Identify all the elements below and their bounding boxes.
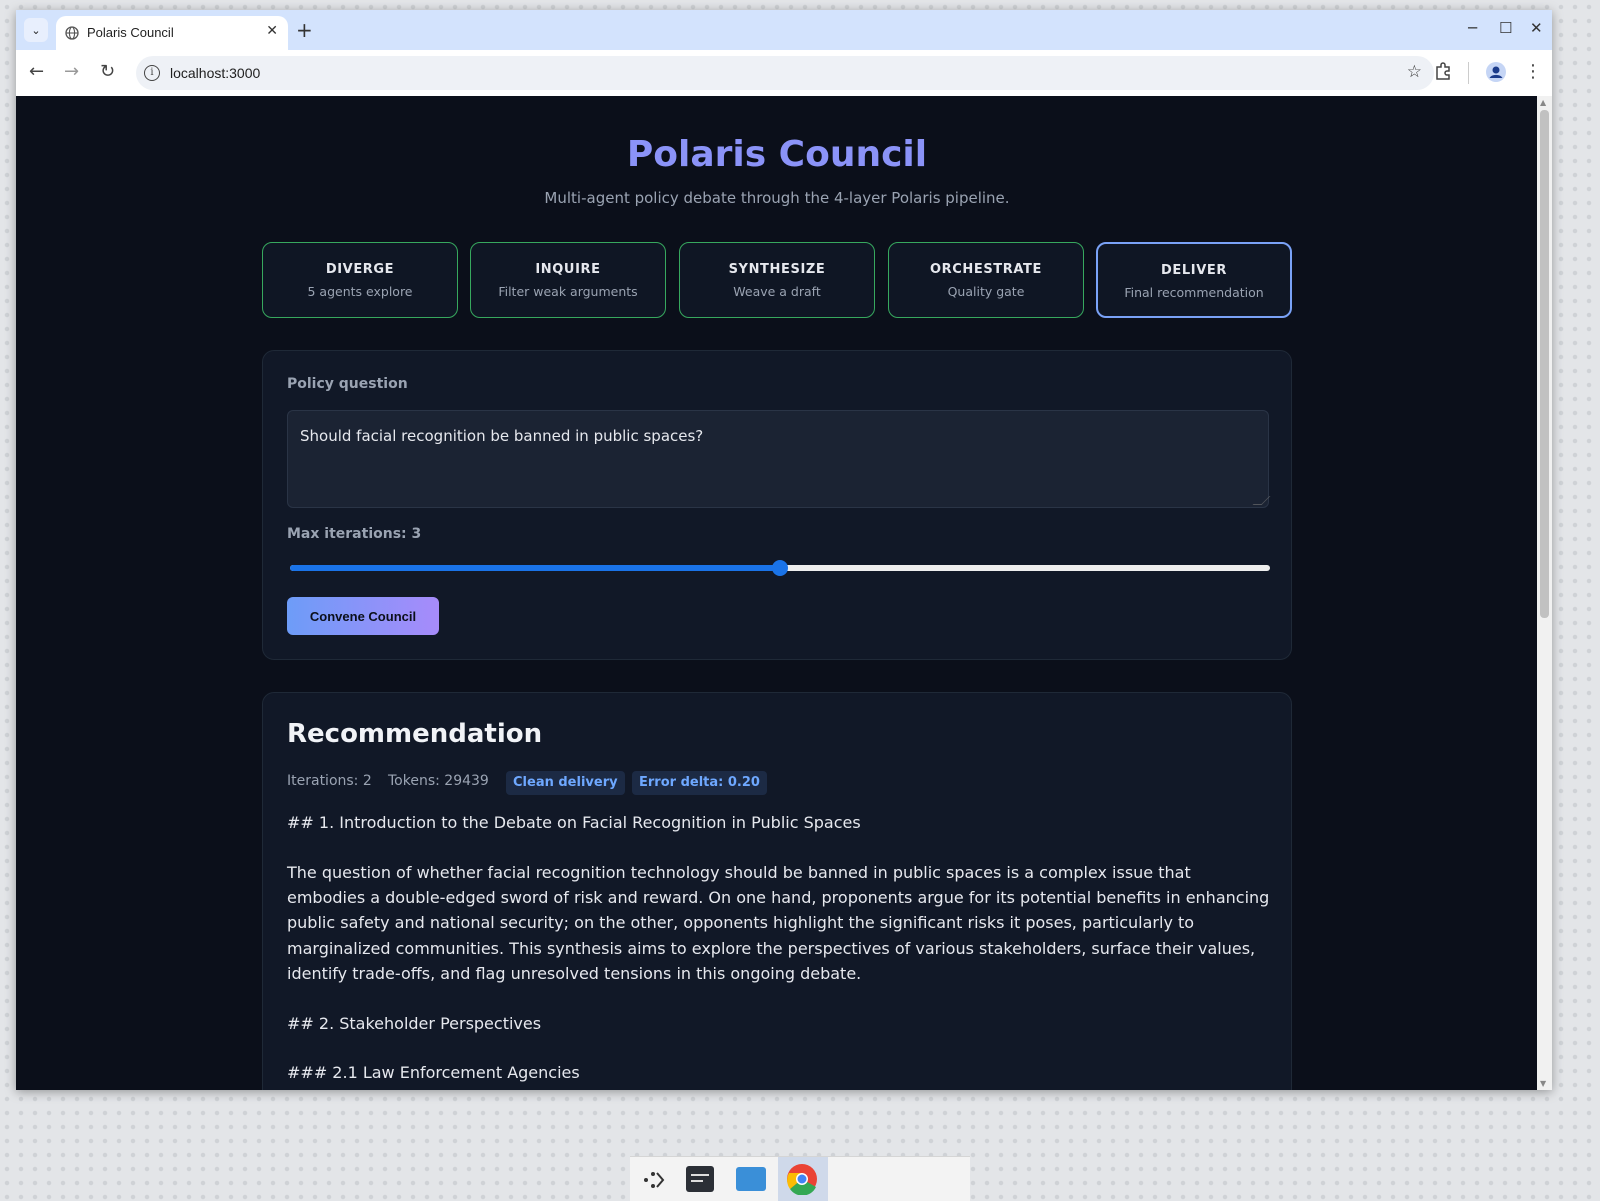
slider-fill xyxy=(290,565,780,571)
page-subtitle: Multi-agent policy debate through the 4-… xyxy=(544,189,1010,207)
url-text[interactable]: localhost:3000 xyxy=(170,65,260,81)
question-value[interactable]: Should facial recognition be banned in p… xyxy=(300,427,703,445)
address-bar[interactable]: i localhost:3000 ☆ xyxy=(136,56,1434,90)
tokens-count: Tokens: 29439 xyxy=(388,773,489,789)
stage-deliver: DELIVER Final recommendation xyxy=(1096,242,1292,318)
section-heading: ## 1. Introduction to the Debate on Faci… xyxy=(287,813,861,832)
extensions-icon[interactable] xyxy=(1434,62,1452,80)
stage-inquire: INQUIRE Filter weak arguments xyxy=(470,242,666,318)
stage-desc: Weave a draft xyxy=(733,284,821,299)
tab-strip: ⌄ Polaris Council ✕ + ─ ☐ ✕ xyxy=(16,10,1552,50)
section-paragraph: The question of whether facial recogniti… xyxy=(287,863,1270,983)
clean-delivery-badge: Clean delivery xyxy=(506,771,625,795)
bookmark-star-icon[interactable]: ☆ xyxy=(1407,62,1422,82)
page-title: Polaris Council xyxy=(626,134,928,175)
stage-desc: Filter weak arguments xyxy=(498,284,638,299)
chrome-app-active[interactable] xyxy=(778,1157,828,1201)
stage-orchestrate: ORCHESTRATE Quality gate xyxy=(888,242,1084,318)
stage-desc: Quality gate xyxy=(947,284,1025,299)
globe-icon xyxy=(65,26,79,40)
browser-window: ⌄ Polaris Council ✕ + ─ ☐ ✕ ← → ↻ i loca… xyxy=(16,10,1552,1090)
terminal-line xyxy=(691,1174,709,1176)
stage-name: ORCHESTRATE xyxy=(929,262,1042,277)
stage-name: INQUIRE xyxy=(535,262,601,277)
stage-desc: Final recommendation xyxy=(1124,285,1264,300)
page-viewport: Polaris Council Multi-agent policy debat… xyxy=(16,96,1537,1090)
stage-name: SYNTHESIZE xyxy=(728,262,826,277)
question-textarea[interactable]: Should facial recognition be banned in p… xyxy=(287,410,1271,508)
section-heading: ## 2. Stakeholder Perspectives xyxy=(287,1014,542,1033)
question-label: Policy question xyxy=(287,376,408,392)
reload-icon[interactable]: ↻ xyxy=(100,61,115,82)
back-icon[interactable]: ← xyxy=(29,61,44,82)
terminal-app-icon[interactable] xyxy=(686,1166,714,1192)
scrollbar-thumb[interactable] xyxy=(1540,110,1549,618)
section-subheading: ### 2.1 Law Enforcement Agencies xyxy=(287,1063,580,1082)
new-tab-icon[interactable]: + xyxy=(296,18,313,42)
stage-name: DELIVER xyxy=(1161,263,1227,278)
stage-diverge: DIVERGE 5 agents explore xyxy=(262,242,458,318)
maximize-icon[interactable]: ☐ xyxy=(1499,19,1512,37)
menu-kebab-icon[interactable]: ⋮ xyxy=(1524,61,1542,82)
resize-handle-icon[interactable] xyxy=(1252,496,1271,505)
browser-toolbar: ← → ↻ i localhost:3000 ☆ ⋮ xyxy=(16,50,1552,97)
launcher-icon[interactable] xyxy=(642,1169,666,1191)
toolbar-divider xyxy=(1468,62,1469,84)
chrome-icon xyxy=(787,1164,817,1195)
scroll-down-icon[interactable]: ▼ xyxy=(1540,1079,1546,1088)
profile-avatar-icon[interactable] xyxy=(1486,62,1506,82)
error-delta-badge: Error delta: 0.20 xyxy=(632,771,767,795)
iterations-count: Iterations: 2 xyxy=(287,773,372,789)
slider-thumb[interactable] xyxy=(772,560,788,576)
convene-council-button[interactable]: Convene Council xyxy=(287,597,439,635)
question-form-card: Policy question Should facial recognitio… xyxy=(262,350,1292,660)
stage-synthesize: SYNTHESIZE Weave a draft xyxy=(679,242,875,318)
forward-icon[interactable]: → xyxy=(64,61,79,82)
iterations-slider[interactable] xyxy=(290,560,1270,576)
tab-search-button[interactable]: ⌄ xyxy=(24,18,48,42)
tab-title: Polaris Council xyxy=(87,25,174,40)
close-tab-icon[interactable]: ✕ xyxy=(266,23,278,39)
minimize-icon[interactable]: ─ xyxy=(1468,19,1477,37)
files-app-icon[interactable] xyxy=(736,1167,766,1191)
scroll-up-icon[interactable]: ▲ xyxy=(1540,98,1546,107)
site-info-icon[interactable]: i xyxy=(144,65,160,81)
close-window-icon[interactable]: ✕ xyxy=(1530,19,1543,37)
recommendation-card: Recommendation Iterations: 2 Tokens: 294… xyxy=(262,692,1292,1090)
page-scrollbar[interactable]: ▲ ▼ xyxy=(1537,96,1552,1090)
terminal-line xyxy=(691,1180,703,1182)
taskbar xyxy=(630,1156,970,1201)
stage-name: DIVERGE xyxy=(325,262,395,277)
browser-tab[interactable]: Polaris Council ✕ xyxy=(56,16,288,50)
recommendation-title: Recommendation xyxy=(287,719,543,749)
iterations-label: Max iterations: 3 xyxy=(287,526,422,542)
chevron-down-icon: ⌄ xyxy=(31,23,41,37)
stage-desc: 5 agents explore xyxy=(307,284,413,299)
